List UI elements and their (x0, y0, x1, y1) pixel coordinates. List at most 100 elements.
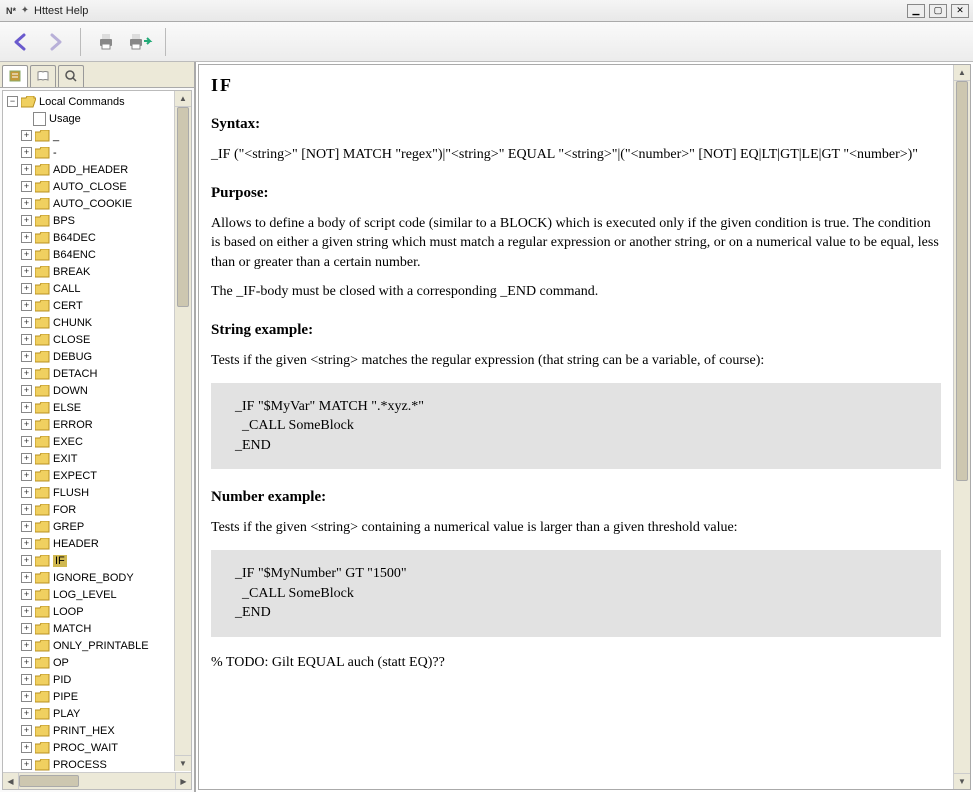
tree-item[interactable]: IF (3, 552, 191, 569)
expand-toggle[interactable] (21, 351, 32, 362)
tree-item[interactable]: GREP (3, 518, 191, 535)
expand-toggle[interactable] (21, 317, 32, 328)
back-button[interactable] (6, 27, 36, 57)
tree-vertical-scrollbar[interactable]: ▲ ▼ (174, 91, 191, 771)
expand-toggle[interactable] (21, 623, 32, 634)
expand-toggle[interactable] (21, 215, 32, 226)
expand-toggle[interactable] (21, 300, 32, 311)
expand-toggle[interactable] (21, 266, 32, 277)
scroll-left-arrow-icon[interactable]: ◀ (3, 773, 19, 789)
tree-item[interactable]: ADD_HEADER (3, 161, 191, 178)
expand-toggle[interactable] (21, 521, 32, 532)
scrollbar-thumb[interactable] (177, 107, 189, 307)
tree-item[interactable]: CALL (3, 280, 191, 297)
expand-toggle[interactable] (21, 657, 32, 668)
expand-toggle[interactable] (21, 385, 32, 396)
maximize-button[interactable]: ▢ (929, 4, 947, 18)
expand-toggle[interactable] (21, 572, 32, 583)
tree-item[interactable]: LOOP (3, 603, 191, 620)
tree-item[interactable]: B64ENC (3, 246, 191, 263)
print-preview-button[interactable] (125, 27, 155, 57)
expand-toggle[interactable] (21, 674, 32, 685)
minimize-button[interactable]: ▁ (907, 4, 925, 18)
expand-toggle[interactable] (21, 725, 32, 736)
expand-toggle[interactable] (7, 96, 18, 107)
expand-toggle[interactable] (21, 419, 32, 430)
expand-toggle[interactable] (21, 640, 32, 651)
expand-toggle[interactable] (21, 691, 32, 702)
expand-toggle[interactable] (21, 198, 32, 209)
tree-item[interactable]: LOG_LEVEL (3, 586, 191, 603)
expand-toggle[interactable] (21, 589, 32, 600)
tree-item[interactable]: EXIT (3, 450, 191, 467)
expand-toggle[interactable] (21, 249, 32, 260)
expand-toggle[interactable] (21, 232, 32, 243)
tree-item[interactable]: _ (3, 127, 191, 144)
expand-toggle[interactable] (21, 181, 32, 192)
expand-toggle[interactable] (21, 436, 32, 447)
tree-item[interactable]: BPS (3, 212, 191, 229)
tree-item[interactable]: DOWN (3, 382, 191, 399)
expand-toggle[interactable] (21, 147, 32, 158)
expand-toggle[interactable] (21, 504, 32, 515)
expand-toggle[interactable] (21, 402, 32, 413)
tree-item[interactable]: ERROR (3, 416, 191, 433)
tree-item[interactable]: DETACH (3, 365, 191, 382)
scroll-up-arrow-icon[interactable]: ▲ (954, 65, 970, 81)
tab-search[interactable] (58, 65, 84, 87)
scrollbar-thumb[interactable] (19, 775, 79, 787)
expand-toggle[interactable] (21, 334, 32, 345)
expand-toggle[interactable] (21, 606, 32, 617)
expand-toggle[interactable] (21, 164, 32, 175)
expand-toggle[interactable] (21, 470, 32, 481)
tree-item[interactable]: CHUNK (3, 314, 191, 331)
content-vertical-scrollbar[interactable]: ▲ ▼ (953, 65, 970, 789)
tree-item[interactable]: FOR (3, 501, 191, 518)
tree-item-usage[interactable]: Usage (3, 110, 191, 127)
tree-item[interactable]: OP (3, 654, 191, 671)
tree-horizontal-scrollbar[interactable]: ◀ ▶ (3, 772, 191, 789)
scroll-down-arrow-icon[interactable]: ▼ (175, 755, 191, 771)
tree-item[interactable]: PROCESS (3, 756, 191, 773)
expand-toggle[interactable] (21, 708, 32, 719)
tree-item[interactable]: AUTO_CLOSE (3, 178, 191, 195)
tree-item[interactable]: AUTO_COOKIE (3, 195, 191, 212)
tree-item[interactable]: PRINT_HEX (3, 722, 191, 739)
scroll-down-arrow-icon[interactable]: ▼ (954, 773, 970, 789)
tree-item[interactable]: ELSE (3, 399, 191, 416)
tree-item[interactable]: - (3, 144, 191, 161)
tree-item[interactable]: DEBUG (3, 348, 191, 365)
scrollbar-thumb[interactable] (956, 81, 968, 481)
tree-item[interactable]: ONLY_PRINTABLE (3, 637, 191, 654)
tree-item[interactable]: CERT (3, 297, 191, 314)
expand-toggle[interactable] (21, 283, 32, 294)
expand-toggle[interactable] (21, 453, 32, 464)
tree-item[interactable]: PID (3, 671, 191, 688)
tree-item[interactable]: CLOSE (3, 331, 191, 348)
tree-item[interactable]: PLAY (3, 705, 191, 722)
expand-toggle[interactable] (21, 130, 32, 141)
scroll-right-arrow-icon[interactable]: ▶ (175, 773, 191, 789)
expand-toggle[interactable] (21, 368, 32, 379)
tree-view[interactable]: Local CommandsUsage_-ADD_HEADERAUTO_CLOS… (3, 91, 191, 789)
forward-button[interactable] (40, 27, 70, 57)
tree-item[interactable]: HEADER (3, 535, 191, 552)
expand-toggle[interactable] (21, 487, 32, 498)
print-button[interactable] (91, 27, 121, 57)
tree-item[interactable]: PIPE (3, 688, 191, 705)
tree-item[interactable]: BREAK (3, 263, 191, 280)
tree-item[interactable]: EXPECT (3, 467, 191, 484)
tree-item[interactable]: PROC_WAIT (3, 739, 191, 756)
expand-toggle[interactable] (21, 759, 32, 770)
tab-index[interactable] (30, 65, 56, 87)
expand-toggle[interactable] (21, 538, 32, 549)
tree-item[interactable]: FLUSH (3, 484, 191, 501)
scroll-up-arrow-icon[interactable]: ▲ (175, 91, 191, 107)
tree-item[interactable]: IGNORE_BODY (3, 569, 191, 586)
tree-item[interactable]: MATCH (3, 620, 191, 637)
expand-toggle[interactable] (21, 555, 32, 566)
tree-item[interactable]: EXEC (3, 433, 191, 450)
tree-item[interactable]: B64DEC (3, 229, 191, 246)
tree-root[interactable]: Local Commands (3, 93, 191, 110)
close-button[interactable]: ✕ (951, 4, 969, 18)
